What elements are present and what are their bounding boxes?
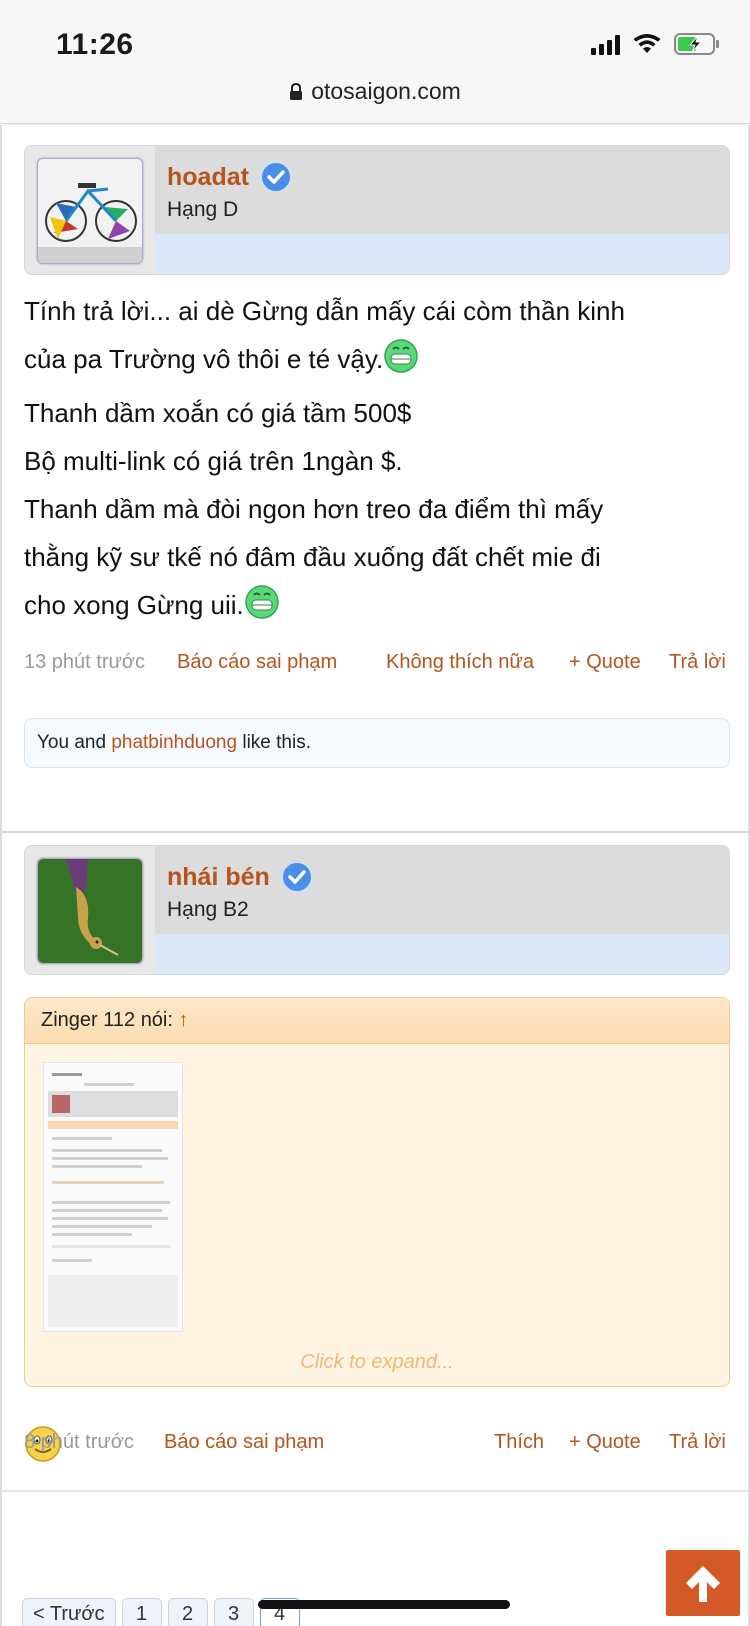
home-indicator[interactable]: [258, 1600, 510, 1609]
thread-content: hoadat Hạng D Tính trả lời... ai dè Gừng…: [0, 125, 750, 1626]
grin-emoji-icon: [244, 584, 280, 635]
likes-summary: You and phatbinhduong like this.: [24, 718, 730, 768]
username[interactable]: nhái bén: [167, 863, 270, 892]
report-link[interactable]: Báo cáo sai phạm: [177, 651, 337, 674]
status-time: 11:26: [56, 28, 134, 61]
message-line: Bộ multi-link có giá trên 1ngàn $.: [24, 446, 403, 476]
reply-link[interactable]: Trả lời: [669, 1431, 726, 1454]
quote-jump-arrow-icon[interactable]: ↑: [179, 1009, 189, 1031]
post-1-user-info: hoadat Hạng D: [24, 145, 730, 275]
quoted-screenshot-thumbnail[interactable]: [43, 1062, 183, 1332]
url-bar[interactable]: otosaigon.com: [0, 78, 750, 107]
wifi-icon: [632, 33, 662, 55]
post-1-actions: 13 phút trước Báo cáo sai phạm Không thí…: [24, 651, 730, 681]
page-button-2[interactable]: 2: [167, 1598, 208, 1626]
message-line: Thanh dầm mà đòi ngon hơn treo đa điểm t…: [24, 494, 604, 524]
quote-link[interactable]: + Quote: [569, 651, 641, 674]
user-avatar[interactable]: [37, 158, 143, 264]
quote-block: Zinger 112 nói: ↑ Click to expand...: [24, 997, 730, 1387]
post-divider: [2, 1490, 748, 1492]
post-time[interactable]: 8 phút trước: [24, 1431, 134, 1454]
grin-emoji-icon: [383, 338, 419, 389]
browser-chrome: 11:26 otosaigon.com: [0, 0, 750, 124]
post-time[interactable]: 13 phút trước: [24, 651, 145, 674]
unlike-link[interactable]: Không thích nữa: [386, 651, 534, 674]
liker-link[interactable]: phatbinhduong: [111, 732, 237, 753]
user-rank: Hạng D: [167, 198, 239, 221]
post-2-user-info: nhái bén Hạng B2: [24, 845, 730, 975]
quote-author: Zinger 112 nói:: [41, 1009, 173, 1031]
username[interactable]: hoadat: [167, 163, 249, 192]
arrow-up-icon: [686, 1566, 720, 1602]
prev-page-button[interactable]: < Trước: [22, 1598, 116, 1626]
page-button-3[interactable]: 3: [213, 1598, 254, 1626]
url-domain: otosaigon.com: [311, 78, 461, 104]
click-to-expand[interactable]: Click to expand...: [25, 1351, 729, 1374]
verified-badge-icon: [259, 161, 292, 193]
user-rank: Hạng B2: [167, 898, 249, 921]
page-button-1[interactable]: 1: [121, 1598, 162, 1626]
status-icons: [591, 32, 720, 56]
verified-badge-icon: [280, 861, 313, 893]
lock-icon: [289, 80, 303, 107]
user-avatar[interactable]: [37, 858, 143, 964]
report-link[interactable]: Báo cáo sai phạm: [164, 1431, 324, 1454]
quote-link[interactable]: + Quote: [569, 1431, 641, 1454]
cellular-signal-icon: [591, 33, 620, 55]
message-line: thằng kỹ sư tkế nó đâm đầu xuống đất chế…: [24, 542, 601, 572]
post-divider: [2, 831, 748, 833]
like-link[interactable]: Thích: [494, 1431, 544, 1454]
post-1-message: Tính trả lời... ai dè Gừng dẫn mấy cái c…: [24, 287, 730, 635]
message-line: của pa Trường vô thôi e té vậy.: [24, 344, 384, 374]
quote-header: Zinger 112 nói: ↑: [25, 998, 729, 1044]
scroll-to-top-button[interactable]: [666, 1550, 740, 1616]
battery-icon: [674, 32, 720, 56]
message-line: cho xong Gừng uii.: [24, 590, 244, 620]
reply-link[interactable]: Trả lời: [669, 651, 726, 674]
post-2-actions: 8 phút trước Báo cáo sai phạm Thích + Qu…: [24, 1431, 730, 1461]
message-line: Tính trả lời... ai dè Gừng dẫn mấy cái c…: [24, 296, 625, 326]
message-line: Thanh dầm xoắn có giá tầm 500$: [24, 398, 412, 428]
